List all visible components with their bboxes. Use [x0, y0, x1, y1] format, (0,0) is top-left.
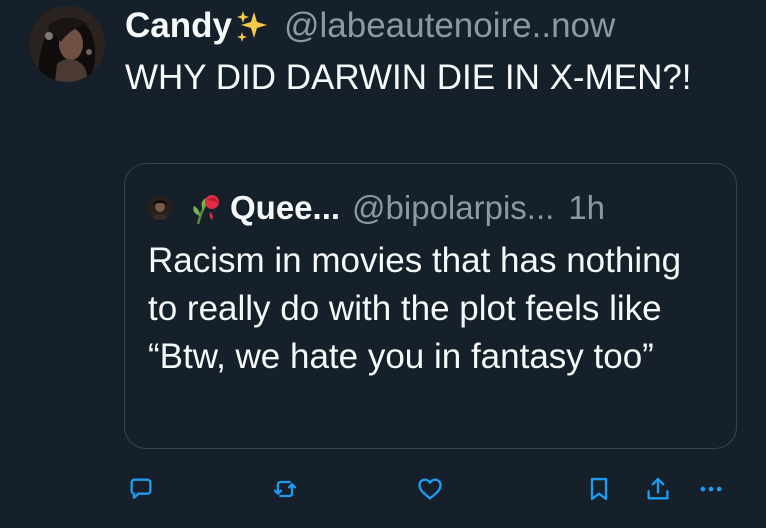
timestamp[interactable]: now — [551, 2, 615, 50]
retweet-icon — [271, 475, 299, 503]
quote-avatar — [148, 196, 172, 220]
handle[interactable]: @labeautenoire.. — [284, 2, 551, 50]
quote-timestamp[interactable]: 1h — [568, 189, 605, 227]
heart-icon — [416, 475, 444, 503]
sparkles-icon — [234, 8, 270, 44]
avatar[interactable] — [29, 6, 105, 82]
quote-header: Quee... @bipolarpis... 1h — [148, 188, 605, 228]
share-button[interactable] — [643, 474, 673, 504]
more-button[interactable] — [696, 474, 726, 504]
quote-text: Racism in movies that has nothing to rea… — [148, 241, 682, 376]
display-name[interactable]: Candy — [125, 2, 232, 50]
tweet-header: Candy @labeautenoire.. now — [125, 2, 615, 50]
bookmark-button[interactable] — [584, 474, 614, 504]
tweet-text: WHY DID DARWIN DIE IN X-MEN?! — [125, 58, 692, 97]
reply-icon — [127, 475, 155, 503]
reply-button[interactable] — [126, 474, 156, 504]
like-button[interactable] — [415, 474, 445, 504]
quote-display-name[interactable]: Quee... — [230, 189, 340, 227]
retweet-button[interactable] — [270, 474, 300, 504]
quote-handle[interactable]: @bipolarpis... — [352, 189, 554, 227]
tweet[interactable]: Candy @labeautenoire.. now WHY DID DARWI… — [0, 0, 766, 528]
share-icon — [644, 475, 672, 503]
more-icon — [697, 475, 725, 503]
bookmark-icon — [585, 475, 613, 503]
action-bar — [0, 466, 766, 510]
quoted-tweet[interactable]: Quee... @bipolarpis... 1h Racism in movi… — [124, 163, 737, 449]
wilted-rose-icon — [188, 190, 224, 226]
